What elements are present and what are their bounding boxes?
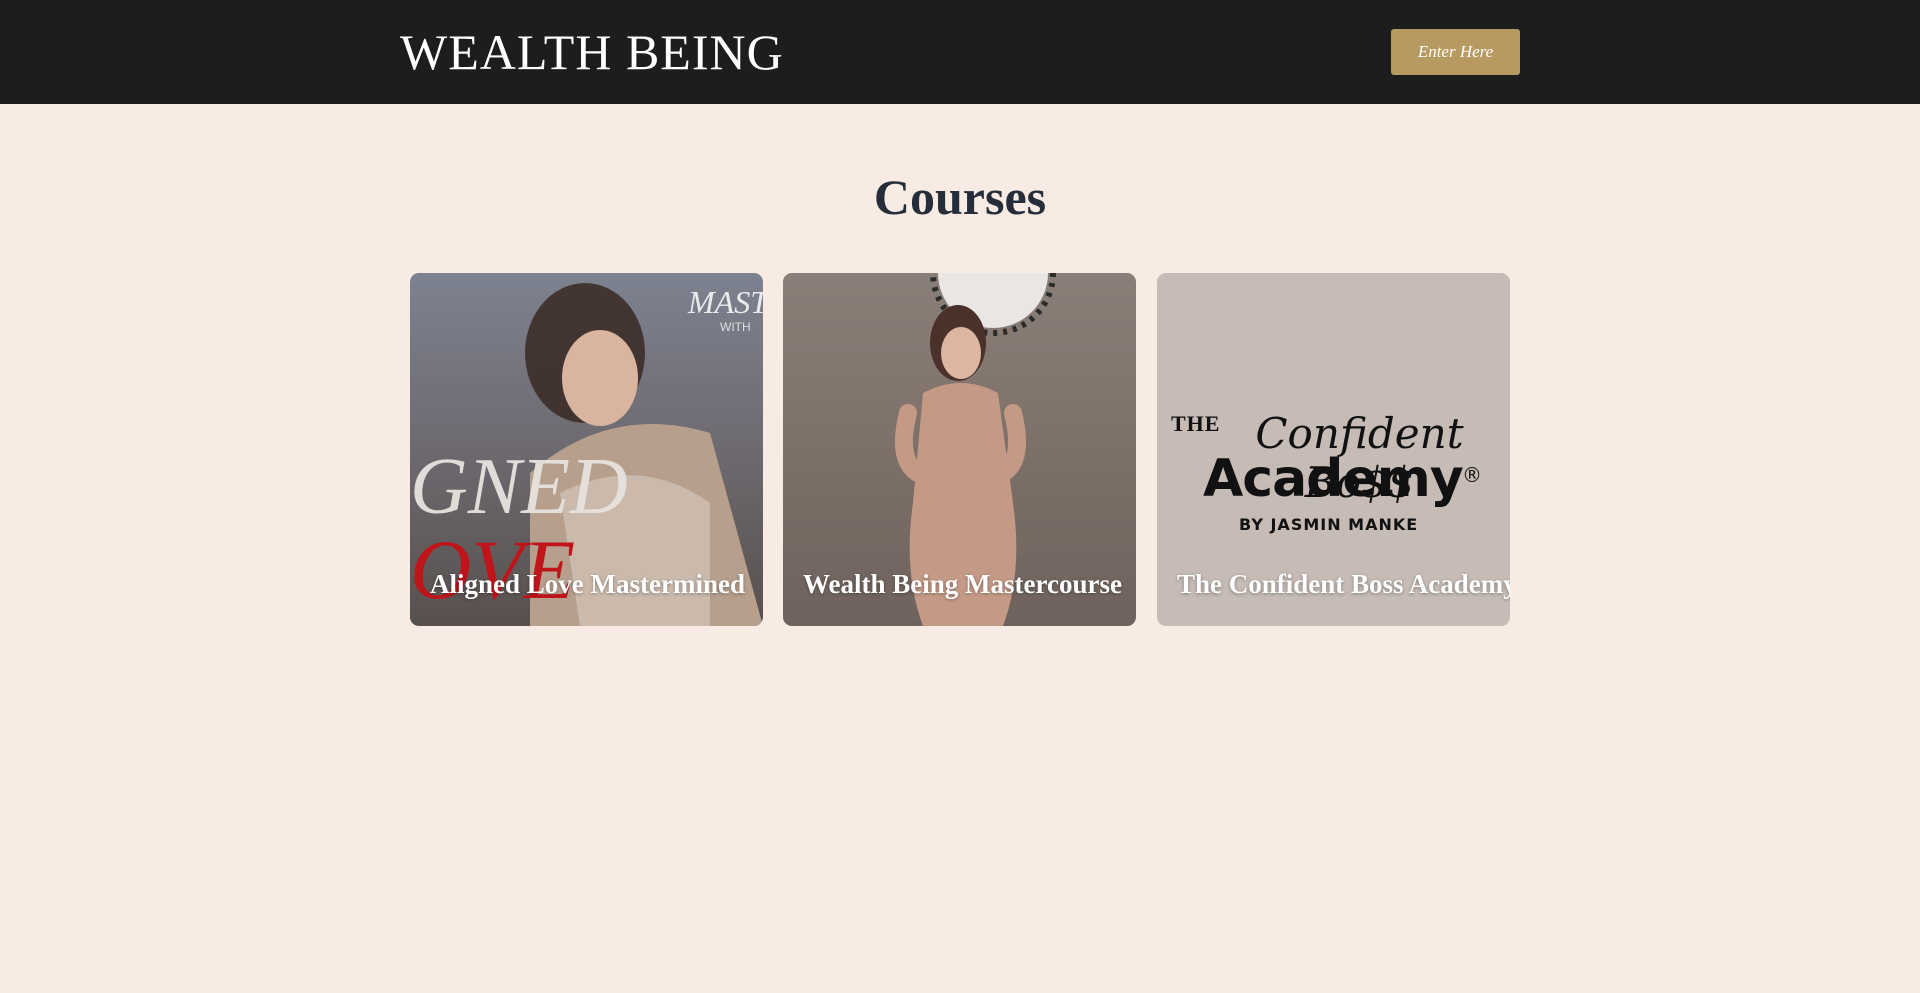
course-card-aligned-love[interactable]: GNED OVE MAST WITH Aligned Love Mastermi… — [410, 273, 763, 626]
page-title: Courses — [873, 169, 1047, 225]
svg-text:WITH: WITH — [720, 320, 751, 334]
enter-here-button[interactable]: Enter Here — [1391, 29, 1520, 75]
svg-text:MAST: MAST — [687, 284, 763, 320]
course-card-wealth-being[interactable]: Wealth Being Mastercourse — [783, 273, 1136, 626]
svg-text:GNED: GNED — [410, 443, 628, 531]
course-title: The Confident Boss Academy — [1177, 569, 1510, 599]
top-navigation-bar: WEALTH BEING Enter Here — [0, 0, 1920, 104]
wealth-being-logo[interactable]: WEALTH BEING — [400, 22, 784, 82]
course-title: Aligned Love Mastermined — [430, 569, 745, 599]
course-title: Wealth Being Mastercourse — [803, 569, 1122, 599]
course-card-confident-boss[interactable]: THE Confident Bo$$ Academy ® BY JASMIN M… — [1157, 273, 1510, 626]
